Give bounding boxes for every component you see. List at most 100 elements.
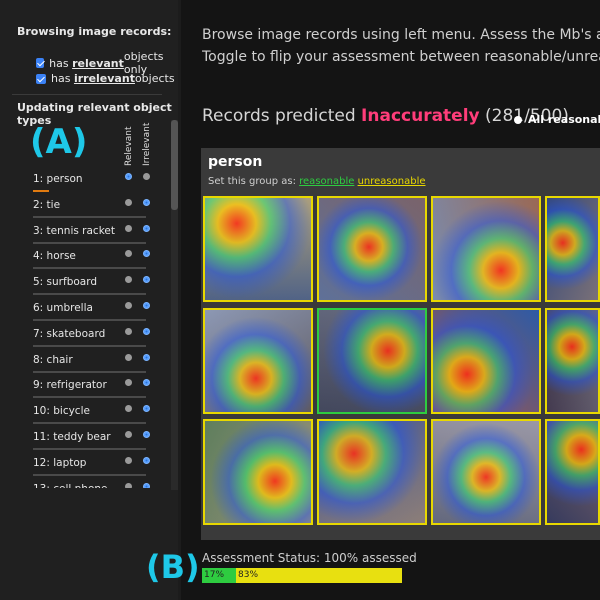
irrelevant-radio[interactable] <box>143 431 150 438</box>
object-type-label: 6: umbrella <box>33 302 93 314</box>
record-image-tile[interactable] <box>317 196 427 302</box>
sidebar: Browsing image records: has relevant obj… <box>0 0 178 600</box>
record-image-tile[interactable] <box>317 419 427 525</box>
filter-relevant-emph: relevant <box>72 56 124 70</box>
relevant-radio[interactable] <box>125 276 132 284</box>
object-type-label: 4: horse <box>33 250 76 263</box>
relevant-radio[interactable] <box>125 327 132 335</box>
row-divider <box>33 267 146 270</box>
object-type-row[interactable]: 7: skateboard <box>33 325 151 350</box>
irrelevant-radio[interactable] <box>143 379 150 387</box>
irrelevant-radio[interactable] <box>143 405 150 413</box>
relevant-radio[interactable] <box>125 224 132 232</box>
irrelevant-radio[interactable] <box>143 327 150 335</box>
filter-relevant-prefix: has <box>49 56 69 70</box>
radio-icon[interactable] <box>514 115 522 124</box>
relevant-radio[interactable] <box>125 302 132 309</box>
record-image-tile[interactable] <box>431 196 541 302</box>
irrelevant-radio[interactable] <box>143 276 150 284</box>
object-type-row[interactable]: 6: umbrella <box>33 299 151 324</box>
object-type-row[interactable]: 9: refrigerator <box>33 376 151 401</box>
object-type-row[interactable]: 13: cell phone <box>33 480 151 488</box>
scrollbar-thumb[interactable] <box>171 120 178 210</box>
record-group-person: person Set this group as: reasonable unr… <box>201 148 600 540</box>
irrelevant-radio[interactable] <box>143 456 150 464</box>
record-image-tile[interactable] <box>203 419 313 525</box>
object-type-label: 9: refrigerator <box>33 379 107 392</box>
record-image-tile[interactable] <box>203 196 313 302</box>
object-type-row[interactable]: 3: tennis racket <box>33 222 151 247</box>
object-type-list: 1: person 2: tie 3: tennis racket 4: horse 5… <box>0 170 170 488</box>
relevant-radio[interactable] <box>125 250 132 258</box>
sidebar-divider <box>12 94 162 95</box>
object-type-label: 13: cell phone <box>33 483 108 488</box>
object-type-row[interactable]: 5: surfboard <box>33 273 151 298</box>
object-type-row[interactable]: 11: teddy bear <box>33 428 151 453</box>
relevant-radio[interactable] <box>125 198 132 206</box>
intro-text: Browse image records using left menu. As… <box>202 24 600 68</box>
object-type-label: 8: chair <box>33 353 73 366</box>
records-prefix: Records predicted <box>202 106 362 126</box>
row-divider <box>33 448 146 450</box>
irrelevant-radio[interactable] <box>143 224 150 232</box>
object-type-label: 2: tie <box>33 198 61 211</box>
irrelevant-radio[interactable] <box>143 353 150 361</box>
irrelevant-radio[interactable] <box>143 198 150 206</box>
relevant-radio[interactable] <box>125 379 132 387</box>
filter-irrelevant-prefix: has <box>51 72 71 85</box>
row-divider <box>33 319 146 321</box>
checkbox-icon[interactable] <box>36 58 45 68</box>
relevant-radio[interactable] <box>125 431 132 438</box>
object-type-row[interactable]: 10: bicycle <box>33 402 151 427</box>
record-image-tile[interactable] <box>545 196 600 302</box>
row-divider <box>33 190 49 192</box>
irrelevant-radio[interactable] <box>143 250 150 258</box>
annotation-a: (A) <box>30 122 88 162</box>
row-divider <box>33 215 146 218</box>
browsing-heading: Browsing image records: <box>17 25 172 38</box>
irrelevant-column-label: Irrelevant <box>142 122 152 166</box>
object-type-row[interactable]: 8: chair <box>33 351 151 376</box>
irrelevant-radio[interactable] <box>143 173 150 180</box>
row-divider <box>33 396 146 399</box>
row-divider <box>33 370 146 373</box>
relevant-radio[interactable] <box>125 405 132 413</box>
relevant-radio[interactable] <box>125 456 132 464</box>
checkbox-icon[interactable] <box>36 73 46 84</box>
irrelevant-radio[interactable] <box>143 482 150 488</box>
filter-irrelevant-suffix: objects <box>134 72 175 85</box>
intro-line-1: Browse image records using left menu. As… <box>202 27 600 43</box>
record-image-tile[interactable] <box>317 308 427 414</box>
object-type-row[interactable]: 2: tie <box>33 196 151 221</box>
record-image-tile[interactable] <box>431 419 541 525</box>
group-set-line: Set this group as: reasonable unreasonab… <box>208 176 426 187</box>
row-divider <box>33 241 146 244</box>
object-type-row[interactable]: 12: laptop <box>33 454 151 479</box>
records-highlight: Inaccurately <box>361 106 480 126</box>
filter-irrelevant-checkbox[interactable]: has irrelevant objects <box>36 72 175 85</box>
row-divider <box>33 422 146 425</box>
object-type-label: 12: laptop <box>33 456 87 469</box>
set-reasonable-link[interactable]: reasonable <box>299 176 354 187</box>
intro-line-2: Toggle to flip your assessment between r… <box>202 49 600 65</box>
sidebar-scrollbar[interactable] <box>171 120 178 490</box>
all-reasonable-option[interactable]: All reasonable <box>514 113 600 126</box>
set-unreasonable-link[interactable]: unreasonable <box>358 176 426 187</box>
assessment-progress-bar: 17% 83% <box>202 568 402 583</box>
all-reasonable-label: All reasonable <box>528 113 600 126</box>
relevant-radio[interactable] <box>125 482 132 488</box>
relevant-radio[interactable] <box>125 173 132 180</box>
record-image-tile[interactable] <box>545 308 600 414</box>
unreasonable-segment: 83% <box>236 568 402 583</box>
record-image-tile[interactable] <box>431 308 541 414</box>
record-image-tile[interactable] <box>545 419 600 525</box>
object-type-row[interactable]: 1: person <box>33 170 151 195</box>
relevant-column-label: Relevant <box>124 126 134 167</box>
object-type-row[interactable]: 4: horse <box>33 247 151 272</box>
record-image-tile[interactable] <box>203 308 313 414</box>
object-type-label: 11: teddy bear <box>33 431 111 443</box>
filter-irrelevant-emph: irrelevant <box>73 72 135 85</box>
relevant-radio[interactable] <box>125 353 132 361</box>
row-divider <box>33 344 146 347</box>
irrelevant-radio[interactable] <box>143 302 150 309</box>
